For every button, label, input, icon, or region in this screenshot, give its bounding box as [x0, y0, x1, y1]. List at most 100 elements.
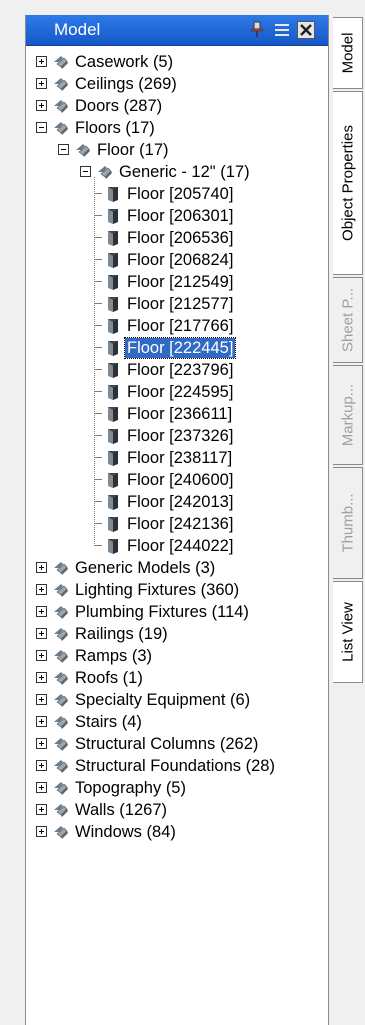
element-icon — [104, 537, 122, 555]
tree-connector — [94, 479, 102, 480]
expand-icon[interactable] — [36, 716, 47, 727]
tree-item-label: Floor [237326] — [127, 427, 234, 445]
tree-leaf-item[interactable]: Floor [242136] — [26, 513, 328, 535]
tree-item-label: Floor [222445] — [123, 337, 237, 359]
element-icon — [104, 361, 122, 379]
tree-item-label: Floors (17) — [75, 119, 155, 137]
tree-node[interactable]: Casework (5) — [26, 51, 328, 73]
expand-icon[interactable] — [36, 738, 47, 749]
tree-node[interactable]: Roofs (1) — [26, 667, 328, 689]
expand-icon[interactable] — [36, 804, 47, 815]
expand-icon[interactable] — [36, 606, 47, 617]
tree-node[interactable]: Plumbing Fixtures (114) — [26, 601, 328, 623]
tree-node[interactable]: Ceilings (269) — [26, 73, 328, 95]
tree-leaf-item[interactable]: Floor [205740] — [26, 183, 328, 205]
element-icon — [104, 251, 122, 269]
element-icon — [104, 339, 122, 357]
tree-node[interactable]: Topography (5) — [26, 777, 328, 799]
tree-leaf-item[interactable]: Floor [244022] — [26, 535, 328, 557]
element-icon — [104, 493, 122, 511]
collapse-icon[interactable] — [58, 144, 69, 155]
tree-leaf-item[interactable]: Floor [212549] — [26, 271, 328, 293]
tree-leaf-item[interactable]: Floor [236611] — [26, 403, 328, 425]
tree-guide-line — [94, 177, 95, 546]
tree-leaf-item[interactable]: Floor [217766] — [26, 315, 328, 337]
expand-icon[interactable] — [36, 694, 47, 705]
expand-icon[interactable] — [36, 584, 47, 595]
expand-icon[interactable] — [36, 826, 47, 837]
tab-markup[interactable]: Markup... — [333, 365, 363, 465]
expand-icon[interactable] — [36, 672, 47, 683]
expand-icon[interactable] — [36, 100, 47, 111]
element-icon — [104, 185, 122, 203]
category-icon — [52, 53, 70, 71]
tab-label: List View — [339, 602, 356, 662]
tab-thumbnails[interactable]: Thumb... — [333, 467, 363, 579]
element-icon — [104, 515, 122, 533]
expand-icon[interactable] — [36, 628, 47, 639]
element-icon — [104, 317, 122, 335]
tree-leaf-item[interactable]: Floor [206824] — [26, 249, 328, 271]
tree-node[interactable]: Windows (84) — [26, 821, 328, 843]
tree-leaf-item[interactable]: Floor [206536] — [26, 227, 328, 249]
category-icon — [96, 163, 114, 181]
expand-icon[interactable] — [36, 782, 47, 793]
tree-node[interactable]: Generic - 12" (17) — [26, 161, 328, 183]
tree-node[interactable]: Floors (17) — [26, 117, 328, 139]
tree-leaf-item[interactable]: Floor [206301] — [26, 205, 328, 227]
tree-node[interactable]: Walls (1267) — [26, 799, 328, 821]
category-icon — [52, 647, 70, 665]
collapse-icon[interactable] — [80, 166, 91, 177]
element-icon — [104, 207, 122, 225]
tree-connector — [94, 259, 102, 260]
tree-node[interactable]: Specialty Equipment (6) — [26, 689, 328, 711]
category-icon — [52, 735, 70, 753]
tree-connector — [94, 303, 102, 304]
tree-node[interactable]: Doors (287) — [26, 95, 328, 117]
tree-node[interactable]: Structural Foundations (28) — [26, 755, 328, 777]
tree-item-label: Floor [217766] — [127, 317, 234, 335]
tab-sheet-properties[interactable]: Sheet P... — [333, 277, 363, 363]
category-icon — [52, 97, 70, 115]
category-icon — [74, 141, 92, 159]
tree-leaf-item[interactable]: Floor [242013] — [26, 491, 328, 513]
close-icon[interactable] — [297, 21, 315, 39]
tab-object-properties[interactable]: Object Properties — [333, 91, 363, 275]
expand-icon[interactable] — [36, 760, 47, 771]
tree-connector — [94, 523, 102, 524]
tree-node[interactable]: Stairs (4) — [26, 711, 328, 733]
collapse-icon[interactable] — [36, 122, 47, 133]
tree-node[interactable]: Floor (17) — [26, 139, 328, 161]
tree-node[interactable]: Ramps (3) — [26, 645, 328, 667]
tree-node[interactable]: Structural Columns (262) — [26, 733, 328, 755]
tab-model[interactable]: Model — [333, 17, 363, 89]
expand-icon[interactable] — [36, 650, 47, 661]
expand-icon[interactable] — [36, 78, 47, 89]
tree-node[interactable]: Railings (19) — [26, 623, 328, 645]
tree-leaf-item[interactable]: Floor [223796] — [26, 359, 328, 381]
expand-icon[interactable] — [36, 562, 47, 573]
tree-item-label: Topography (5) — [75, 779, 186, 797]
list-options-icon[interactable] — [273, 21, 291, 39]
element-icon — [104, 383, 122, 401]
tree-leaf-item[interactable]: Floor [237326] — [26, 425, 328, 447]
tree-leaf-item[interactable]: Floor [212577] — [26, 293, 328, 315]
tree-item-label: Structural Foundations (28) — [75, 757, 275, 775]
tree-leaf-item[interactable]: Floor [224595] — [26, 381, 328, 403]
tree-connector — [94, 215, 102, 216]
tree-item-label: Floor [242013] — [127, 493, 234, 511]
tab-list-view[interactable]: List View — [333, 581, 363, 683]
tree-item-label: Floor [212577] — [127, 295, 234, 313]
tree-node[interactable]: Generic Models (3) — [26, 557, 328, 579]
pin-icon[interactable] — [248, 21, 266, 39]
tree-item-label: Stairs (4) — [75, 713, 142, 731]
tree-connector — [94, 237, 102, 238]
category-icon — [52, 669, 70, 687]
element-icon — [104, 449, 122, 467]
tree-node[interactable]: Lighting Fixtures (360) — [26, 579, 328, 601]
tree-item-label: Floor [236611] — [127, 405, 233, 423]
expand-icon[interactable] — [36, 56, 47, 67]
tree-leaf-item[interactable]: Floor [240600] — [26, 469, 328, 491]
tree-leaf-item[interactable]: Floor [238117] — [26, 447, 328, 469]
tree-leaf-item[interactable]: Floor [222445] — [26, 337, 328, 359]
